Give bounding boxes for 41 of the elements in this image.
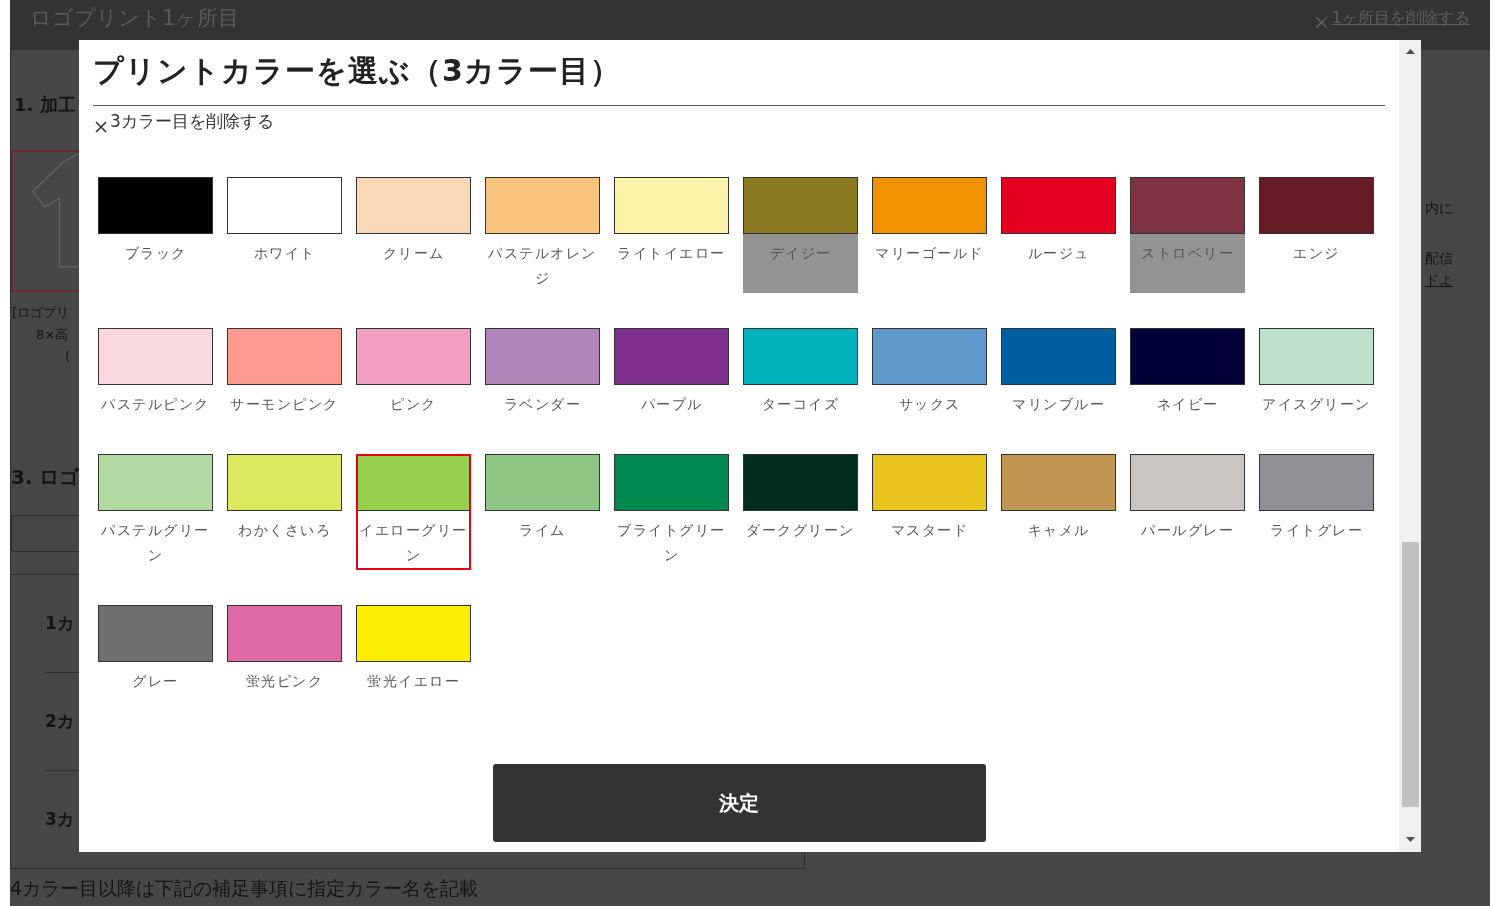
color-option[interactable]: アイスグリーン (1259, 328, 1374, 419)
caption-text: ( (64, 348, 72, 366)
color-option[interactable]: マリーゴールド (872, 177, 987, 293)
color-option[interactable]: わかくさいろ (227, 454, 342, 570)
color-option[interactable]: パステルピンク (98, 328, 213, 419)
color-option[interactable]: パープル (614, 328, 729, 419)
color-option[interactable]: キャメル (1001, 454, 1116, 570)
color-option[interactable]: パステルオレンジ (485, 177, 600, 293)
color-option[interactable]: ライトグレー (1259, 454, 1374, 570)
color-option[interactable]: マスタード (872, 454, 987, 570)
color-option[interactable]: パールグレー (1130, 454, 1245, 570)
color-option[interactable]: ライム (485, 454, 600, 570)
color-option[interactable]: ラベンダー (485, 328, 600, 419)
color-option[interactable]: ネイビー (1130, 328, 1245, 419)
color-option[interactable]: ブライトグリーン (614, 454, 729, 570)
color-option[interactable]: クリーム (356, 177, 471, 293)
color-option[interactable]: ホワイト (227, 177, 342, 293)
color-option[interactable]: ピンク (356, 328, 471, 419)
close-icon (95, 121, 107, 133)
color-option[interactable]: ダークグリーン (743, 454, 858, 570)
color-option[interactable]: パステルグリーン (98, 454, 213, 570)
delete-color-link[interactable]: 3カラー目を削除する (95, 109, 274, 133)
color-option[interactable]: イエローグリーン (356, 454, 471, 570)
color-option[interactable]: サックス (872, 328, 987, 419)
shirt-icon (32, 152, 79, 269)
color-option[interactable]: ブラック (98, 177, 213, 293)
color-option[interactable]: マリンブルー (1001, 328, 1116, 419)
color-option[interactable]: 蛍光イエロー (356, 605, 471, 696)
scrollbar[interactable] (1399, 40, 1421, 852)
color-option[interactable]: ライトイエロー (614, 177, 729, 293)
color-option[interactable]: ターコイズ (743, 328, 858, 419)
caret-down-icon[interactable] (1405, 837, 1415, 842)
scrollbar-thumb[interactable] (1401, 542, 1419, 807)
color-option[interactable]: エンジ (1259, 177, 1374, 293)
color-option[interactable]: グレー (98, 605, 213, 696)
dialog-title: プリントカラーを選ぶ（3カラー目） (93, 54, 622, 88)
color-option[interactable]: ルージュ (1001, 177, 1116, 293)
close-icon (1314, 16, 1328, 29)
color-option[interactable]: 蛍光ピンク (227, 605, 342, 696)
confirm-button[interactable]: 決定 (492, 764, 986, 842)
color-option[interactable]: サーモンピンク (227, 328, 342, 419)
